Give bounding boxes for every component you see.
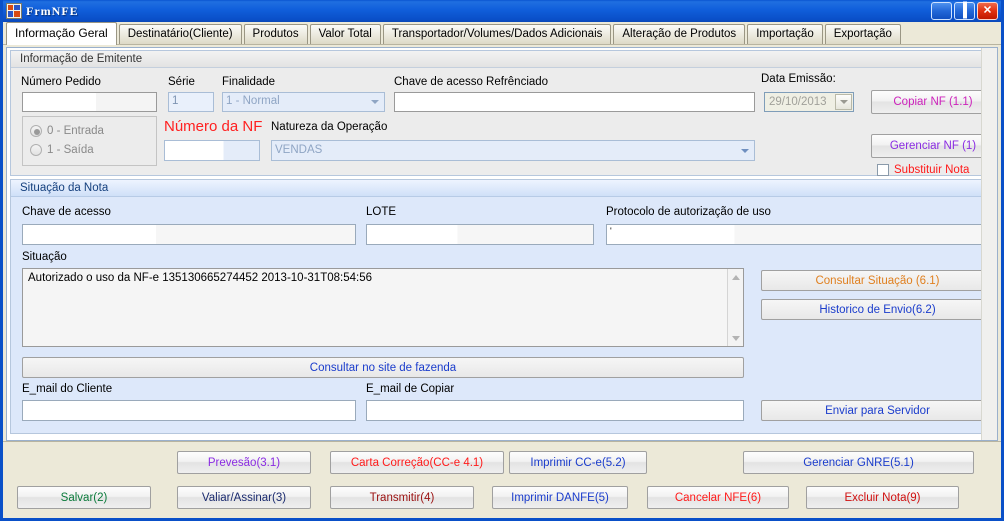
minimize-button[interactable] [931,2,952,20]
consultar-situacao-button[interactable]: Consultar Situação (6.1) [761,270,994,291]
label-finalidade: Finalidade [222,76,276,88]
imprimir-cce-button[interactable]: Imprimir CC-e(5.2) [509,451,647,474]
tab-content-informacao-geral: Informação de Emitente Número Pedido Sér… [3,45,1001,441]
radio-group-tipo-operacao: 0 - Entrada 1 - Saída [22,116,157,166]
input-lote[interactable] [366,224,594,245]
excluir-nota-button[interactable]: Excluir Nota(9) [806,486,959,509]
label-serie: Série [168,76,195,88]
group-informacao-emitente: Informação de Emitente Número Pedido Sér… [10,50,995,176]
input-data-emissao[interactable]: 29/10/2013 [764,92,854,112]
gerenciar-gnre-button[interactable]: Gerenciar GNRE(5.1) [743,451,974,474]
close-button[interactable]: ✕ [977,2,998,20]
app-icon [6,3,22,19]
carta-correcao-button[interactable]: Carta Correção(CC-e 4.1) [330,451,504,474]
label-natureza-operacao: Natureza da Operação [271,121,388,133]
window-title: FrmNFE [26,3,79,18]
radio-saida[interactable]: 1 - Saída [23,140,156,159]
label-lote: LOTE [366,206,397,218]
situacao-text: Autorizado o uso da NF-e 135130665274452… [28,272,372,284]
textarea-situacao[interactable]: Autorizado o uso da NF-e 135130665274452… [22,268,744,347]
situacao-scrollbar[interactable] [727,269,743,346]
tab-destinatario[interactable]: Destinatário(Cliente) [118,24,242,44]
input-chave-referenciado[interactable] [394,92,755,112]
label-numero-nf: Número da NF [164,118,263,135]
tab-valor-total[interactable]: Valor Total [309,24,381,44]
content-panel: Informação de Emitente Número Pedido Sér… [6,47,998,441]
group-situacao-nota: Situação da Nota Chave de acesso LOTE Pr… [10,179,995,434]
transmitir-button[interactable]: Transmitir(4) [330,486,474,509]
imprimir-danfe-button[interactable]: Imprimir DANFE(5) [492,486,628,509]
group-title-emitente: Informação de Emitente [11,51,993,68]
scroll-up-icon[interactable] [728,270,743,284]
close-icon: ✕ [982,4,993,17]
tab-produtos[interactable]: Produtos [243,24,308,44]
enviar-para-servidor-button[interactable]: Enviar para Servidor [761,400,994,421]
consultar-site-fazenda-button[interactable]: Consultar no site de fazenda [22,357,744,378]
input-serie[interactable]: 1 [168,92,214,112]
label-numero-pedido: Número Pedido [21,76,101,88]
tab-informacao-geral[interactable]: Informação Geral [6,22,117,45]
label-chave-acesso: Chave de acesso [22,206,111,218]
title-bar: FrmNFE ✕ [3,0,1001,22]
frmnfe-window: FrmNFE ✕ Informação Geral Destinatário(C… [0,0,1004,521]
cancelar-nfe-button[interactable]: Cancelar NFE(6) [647,486,789,509]
tab-importacao[interactable]: Importação [747,24,823,44]
input-chave-acesso[interactable] [22,224,356,245]
input-numero-pedido[interactable] [22,92,157,112]
radio-entrada-label: 0 - Entrada [47,124,104,137]
tab-transportador[interactable]: Transportador/Volumes/Dados Adicionais [382,24,612,44]
historico-envio-button[interactable]: Historico de Envio(6.2) [761,299,994,320]
substituir-nota-label: Substituir Nota [894,164,970,176]
label-data-emissao: Data Emissão: [761,73,836,85]
label-protocolo: Protocolo de autorização de uso [606,206,771,218]
tab-exportacao[interactable]: Exportação [824,24,901,44]
content-scrollbar[interactable] [981,48,997,440]
substituir-nota-checkbox[interactable]: Substituir Nota [877,164,969,176]
gerenciar-nf-button[interactable]: Gerenciar NF (1) [871,134,995,158]
data-emissao-value: 29/10/2013 [769,96,827,108]
label-email-cliente: E_mail do Cliente [22,383,113,395]
select-finalidade[interactable]: 1 - Normal [222,92,385,112]
tab-strip: Informação Geral Destinatário(Cliente) P… [3,22,1001,45]
label-situacao: Situação [22,251,67,263]
input-email-copiar[interactable] [366,400,744,421]
group-title-situacao: Situação da Nota [11,180,993,197]
window-controls: ✕ [931,1,998,20]
select-natureza-operacao[interactable]: VENDAS [271,140,755,161]
radio-saida-label: 1 - Saída [47,143,94,156]
calendar-dropdown-icon[interactable] [835,94,852,110]
copiar-nf-button[interactable]: Copiar NF (1.1) [871,90,995,114]
salvar-button[interactable]: Salvar(2) [17,486,151,509]
label-chave-referenciado: Chave de acesso Refrênciado [394,76,549,88]
radio-saida-icon [30,143,42,156]
radio-entrada-icon [30,124,42,137]
radio-entrada[interactable]: 0 - Entrada [23,121,156,140]
group-body-situacao: Chave de acesso LOTE Protocolo de autori… [11,197,995,434]
bottom-toolbar: Prevesão(3.1) Carta Correção(CC-e 4.1) I… [3,441,1001,518]
group-body-emitente: Número Pedido Série 1 Finalidade 1 - Nor… [11,68,995,176]
prevesao-button[interactable]: Prevesão(3.1) [177,451,311,474]
tab-alteracao-produtos[interactable]: Alteração de Produtos [613,24,746,44]
maximize-icon [962,1,967,19]
input-protocolo[interactable]: ' [606,224,995,245]
label-email-copiar: E_mail de Copiar [366,383,455,395]
maximize-button[interactable] [954,1,975,20]
input-numero-nf[interactable] [164,140,260,161]
substituir-nota-checkbox-icon [877,164,889,176]
input-email-cliente[interactable] [22,400,356,421]
scroll-down-icon[interactable] [728,331,743,345]
valiar-assinar-button[interactable]: Valiar/Assinar(3) [177,486,311,509]
